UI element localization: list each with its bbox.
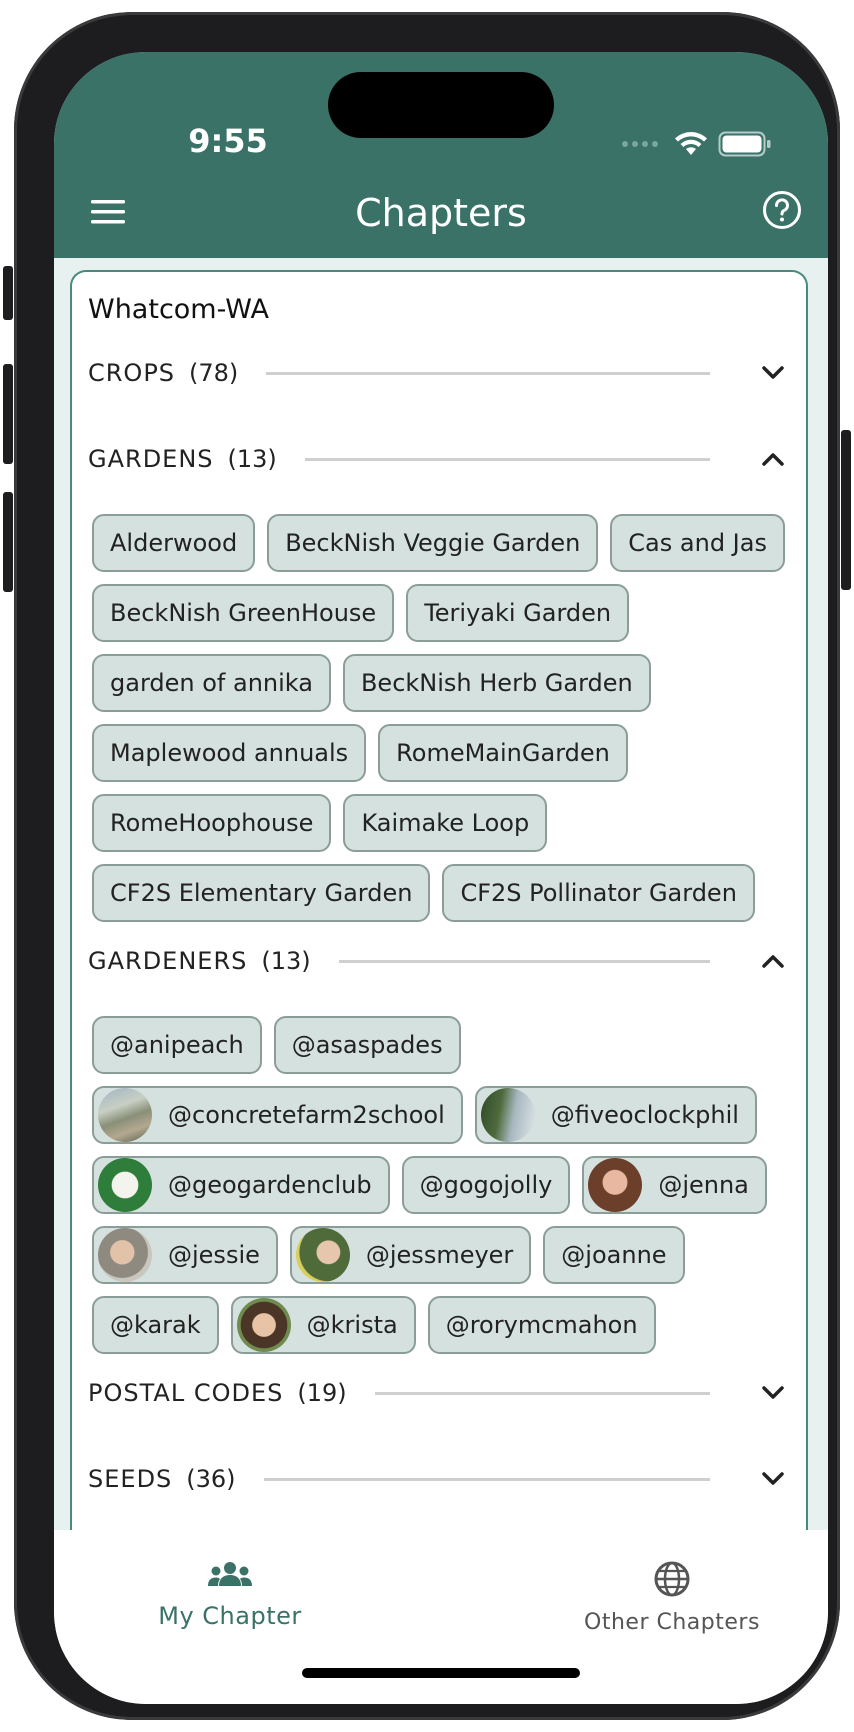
volume-up-button (3, 364, 13, 464)
chevron-up-icon[interactable] (758, 444, 788, 474)
section-gardens-header[interactable]: GARDENS (13) (88, 434, 788, 484)
gardener-chip[interactable]: @concretefarm2school (92, 1086, 463, 1144)
page-title: Chapters (355, 191, 527, 235)
section-divider (263, 1477, 710, 1481)
garden-chip[interactable]: RomeMainGarden (378, 724, 628, 782)
tab-label: My Chapter (158, 1602, 302, 1630)
gardener-chip[interactable]: @anipeach (92, 1016, 262, 1074)
section-label: POSTAL CODES (88, 1379, 284, 1407)
chevron-up-icon[interactable] (758, 946, 788, 976)
garden-chip[interactable]: CF2S Elementary Garden (92, 864, 431, 922)
wifi-icon (675, 132, 707, 155)
gardeners-chip-list: @anipeach @asaspades @concretefarm2schoo… (92, 1016, 786, 1366)
garden-chip[interactable]: BeckNish GreenHouse (92, 584, 395, 642)
section-label: GARDENS (88, 445, 214, 473)
section-divider (374, 1391, 710, 1395)
tab-label: Other Chapters (584, 1610, 760, 1635)
help-button[interactable] (758, 186, 806, 234)
cellular-signal-icon (622, 141, 658, 147)
gardener-chip[interactable]: @jenna (582, 1156, 767, 1214)
section-divider (338, 959, 710, 963)
gardener-chip[interactable]: @jessmeyer (289, 1226, 532, 1284)
status-icons (622, 124, 772, 164)
garden-chip[interactable]: Cas and Jas (610, 514, 785, 572)
avatar (98, 1228, 152, 1282)
garden-chip[interactable]: Alderwood (92, 514, 256, 572)
tab-my-chapter[interactable]: My Chapter (80, 1560, 380, 1630)
garden-chip[interactable]: RomeHoophouse (92, 794, 332, 852)
gardener-handle: @krista (306, 1311, 398, 1339)
section-count: (78) (189, 359, 239, 387)
battery-icon (718, 131, 771, 157)
gardener-chip[interactable]: @asaspades (273, 1016, 461, 1074)
avatar (480, 1088, 535, 1142)
gardener-chip[interactable]: @rorymcmahon (427, 1296, 656, 1354)
avatar (588, 1158, 643, 1212)
chapter-name: Whatcom-WA (88, 294, 269, 325)
garden-chip[interactable]: BeckNish Veggie Garden (267, 514, 599, 572)
silent-switch (3, 266, 13, 320)
avatar (98, 1158, 152, 1212)
gardener-handle: @jenna (658, 1171, 749, 1199)
gardener-chip[interactable]: @karak (92, 1296, 219, 1354)
home-indicator[interactable] (302, 1668, 580, 1678)
section-count: (19) (297, 1379, 347, 1407)
chevron-down-icon[interactable] (758, 1378, 788, 1408)
gardener-chip[interactable]: @gogojolly (401, 1156, 571, 1214)
gardener-chip[interactable]: @fiveoclockphil (474, 1086, 757, 1144)
avatar (98, 1088, 152, 1142)
section-label: GARDENERS (88, 947, 248, 975)
section-label: CROPS (88, 359, 176, 387)
section-seeds-header[interactable]: SEEDS (36) (88, 1454, 788, 1504)
screen: 9:55 Chapters Whatcom-WA CROPS (78) GARD… (54, 52, 828, 1704)
help-icon (763, 191, 801, 229)
gardener-handle: @jessie (168, 1241, 260, 1269)
section-count: (13) (227, 445, 277, 473)
garden-chip[interactable]: Maplewood annuals (92, 724, 367, 782)
section-gardeners-header[interactable]: GARDENERS (13) (88, 936, 788, 986)
chevron-down-icon[interactable] (758, 1464, 788, 1494)
group-icon (208, 1562, 252, 1586)
avatar (236, 1298, 291, 1352)
garden-chip[interactable]: Teriyaki Garden (406, 584, 630, 642)
garden-chip[interactable]: CF2S Pollinator Garden (442, 864, 755, 922)
section-count: (13) (261, 947, 311, 975)
globe-icon (654, 1561, 690, 1597)
section-crops-header[interactable]: CROPS (78) (88, 348, 788, 398)
garden-chip[interactable]: Kaimake Loop (343, 794, 548, 852)
gardener-handle: @geogardenclub (168, 1171, 372, 1199)
chevron-down-icon[interactable] (758, 358, 788, 388)
section-postal-codes-header[interactable]: POSTAL CODES (19) (88, 1368, 788, 1418)
gardener-handle: @concretefarm2school (168, 1101, 445, 1129)
garden-chip[interactable]: garden of annika (92, 654, 331, 712)
gardener-handle: @fiveoclockphil (550, 1101, 739, 1129)
gardener-chip[interactable]: @joanne (543, 1226, 685, 1284)
gardens-chip-list: Alderwood BeckNish Veggie Garden Cas and… (92, 514, 786, 934)
avatar (295, 1228, 350, 1282)
phone-frame: 9:55 Chapters Whatcom-WA CROPS (78) GARD… (3, 12, 851, 1720)
volume-down-button (3, 492, 13, 592)
chapter-card: Whatcom-WA CROPS (78) GARDENS (13) Alder… (70, 270, 808, 1530)
dynamic-island (328, 72, 554, 138)
gardener-chip[interactable]: @geogardenclub (92, 1156, 390, 1214)
section-label: SEEDS (88, 1465, 173, 1493)
gardener-handle: @jessmeyer (365, 1241, 514, 1269)
gardener-chip[interactable]: @krista (230, 1296, 416, 1354)
power-button (841, 430, 851, 590)
gardener-chip[interactable]: @jessie (92, 1226, 278, 1284)
section-divider (304, 457, 710, 461)
section-count: (36) (186, 1465, 236, 1493)
garden-chip[interactable]: BeckNish Herb Garden (342, 654, 651, 712)
app-header: 9:55 Chapters (54, 52, 828, 258)
section-divider (266, 371, 710, 375)
status-time: 9:55 (188, 122, 268, 160)
tab-other-chapters[interactable]: Other Chapters (522, 1560, 822, 1635)
